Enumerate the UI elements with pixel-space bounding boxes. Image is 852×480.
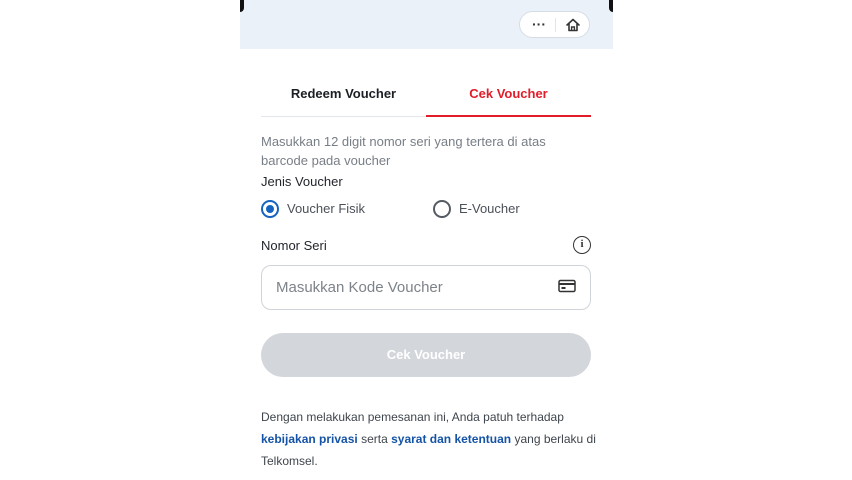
info-icon[interactable]: i (573, 236, 591, 254)
tab-cek-voucher-label: Cek Voucher (469, 86, 548, 101)
status-corner-right (609, 0, 613, 12)
radio-selected-icon[interactable] (261, 200, 279, 218)
terms-text: Dengan melakukan pemesanan ini, Anda pat… (261, 406, 601, 472)
privacy-policy-link[interactable]: kebijakan privasi (261, 432, 358, 446)
serial-number-label: Nomor Seri (261, 238, 327, 253)
capsule-divider (555, 18, 556, 32)
tab-redeem-voucher[interactable]: Redeem Voucher (261, 76, 426, 116)
mini-app-capsule: ··· (519, 11, 590, 38)
app-screen: ··· Redeem Voucher Cek Voucher Masukkan … (240, 0, 613, 480)
voucher-type-label: Jenis Voucher (261, 174, 343, 189)
top-bar: ··· (240, 0, 613, 49)
more-dots-icon[interactable]: ··· (526, 14, 552, 36)
serial-input-container (261, 265, 591, 310)
voucher-tabs: Redeem Voucher Cek Voucher (261, 76, 591, 117)
radio-unselected-icon[interactable] (433, 200, 451, 218)
tab-redeem-voucher-label: Redeem Voucher (290, 86, 397, 101)
radio-e-voucher-label: E-Voucher (459, 201, 520, 216)
form-description: Masukkan 12 digit nomor seri yang terter… (261, 134, 546, 168)
radio-e-voucher[interactable]: E-Voucher (433, 198, 573, 220)
cek-voucher-button[interactable]: Cek Voucher (261, 333, 591, 377)
status-corner-left (240, 0, 244, 12)
terms-and: serta (357, 432, 392, 446)
terms-conditions-link[interactable]: syarat dan ketentuan (391, 432, 511, 446)
radio-voucher-fisik-label: Voucher Fisik (287, 201, 366, 216)
radio-voucher-fisik[interactable]: Voucher Fisik (261, 198, 411, 220)
terms-prefix: Dengan melakukan pemesanan ini, Anda pat… (261, 410, 564, 424)
serial-number-input[interactable] (276, 266, 546, 309)
home-icon[interactable] (564, 17, 582, 33)
tab-cek-voucher[interactable]: Cek Voucher (426, 76, 591, 117)
card-icon[interactable] (558, 279, 576, 293)
active-tab-indicator (426, 115, 591, 117)
